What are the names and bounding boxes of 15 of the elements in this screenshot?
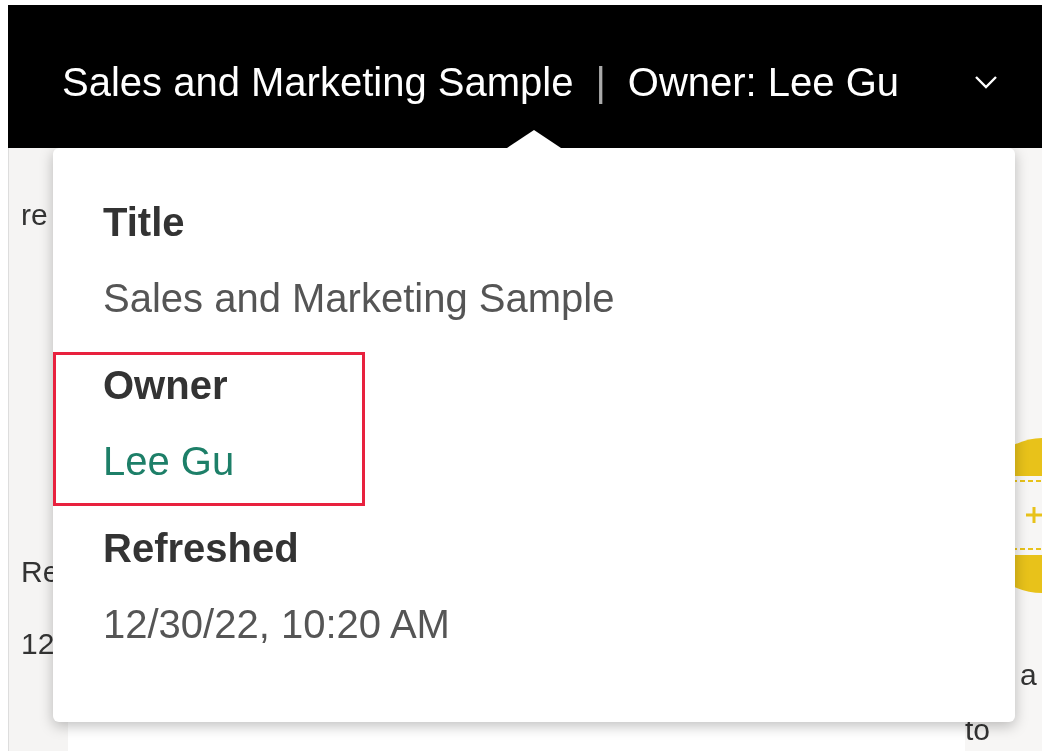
separator: |: [595, 58, 606, 106]
field-label: Title: [103, 199, 185, 246]
field-label: Refreshed: [103, 525, 299, 572]
field-label: Owner: [103, 362, 228, 409]
owner-link[interactable]: Lee Gu: [103, 437, 235, 485]
dataset-icon: [1012, 438, 1042, 593]
field-value: 12/30/22, 10:20 AM: [103, 601, 450, 648]
report-title: Sales and Marketing Sample: [62, 58, 574, 106]
partial-text: re: [20, 200, 48, 230]
partial-text: a: [1020, 660, 1037, 690]
owner-label: Owner: Lee Gu: [627, 58, 900, 106]
partial-text: 12: [20, 629, 55, 659]
field-value: Sales and Marketing Sample: [103, 275, 615, 322]
chevron-down-icon[interactable]: [974, 74, 998, 89]
partial-text: to: [965, 715, 991, 745]
